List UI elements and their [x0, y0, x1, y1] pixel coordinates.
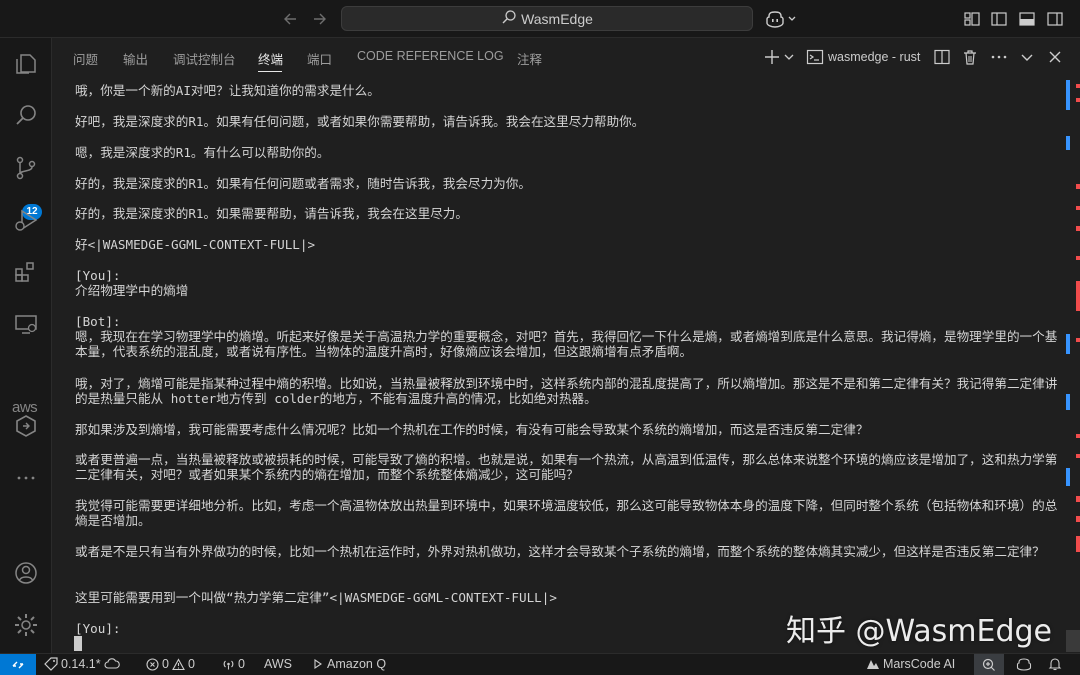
terminal-scrollbar[interactable] [1066, 76, 1080, 653]
search-text: WasmEdge [521, 10, 593, 27]
status-bar: 0.14.1* 0 0 0 AWS Amazon Q MarsCode AI [0, 653, 1080, 675]
marscode-label: MarsCode AI [883, 657, 956, 671]
explorer-icon[interactable] [10, 48, 42, 80]
close-panel-icon[interactable] [1045, 47, 1065, 67]
split-terminal-icon[interactable] [932, 47, 952, 67]
more-icon[interactable] [10, 462, 42, 494]
activity-bar: 12 aws [0, 38, 52, 653]
version-label: 0.14.1* [61, 657, 101, 671]
ports-count: 0 [238, 657, 245, 671]
warning-count: 0 [187, 657, 195, 671]
play-icon [314, 658, 322, 670]
terminal-name[interactable]: wasmedge - rust [828, 50, 920, 64]
maximize-panel-chevron-icon[interactable] [1017, 47, 1037, 67]
arrow-right-icon[interactable] [309, 9, 329, 29]
terminal-icon [805, 47, 825, 67]
toggle-secondary-sidebar-icon[interactable] [1045, 9, 1065, 29]
chevron-down-icon[interactable] [783, 47, 795, 67]
notifications-bell-icon[interactable] [1048, 657, 1062, 671]
tab-code-reference-log[interactable]: CODE REFERENCE LOG [357, 49, 504, 63]
terminal-line: 哦，对了，熵增可能是指某种过程中熵的积增。比如说，当热量被释放到环境中时，这样系… [75, 376, 1058, 406]
version-status[interactable]: 0.14.1* [44, 657, 120, 671]
accounts-icon[interactable] [10, 557, 42, 589]
terminal-line: 好<|WASMEDGE-GGML-CONTEXT-FULL|> [75, 237, 316, 252]
tab-problems[interactable]: 问题 [73, 49, 98, 68]
tab-debug-console[interactable]: 调试控制台 [173, 49, 236, 68]
zoom-status[interactable] [974, 654, 1004, 675]
problems-status[interactable]: 0 0 [146, 657, 195, 671]
marscode-status[interactable]: MarsCode AI [866, 657, 955, 671]
amazon-q-label: Amazon Q [327, 657, 387, 671]
terminal-line: 或者是不是只有当有外界做功的时候，比如一个热机在运作时，外界对热机做功，这样才会… [75, 544, 1045, 559]
toggle-panel-icon[interactable] [1017, 9, 1037, 29]
ports-status[interactable]: 0 [222, 657, 245, 671]
tab-ports[interactable]: 端口 [307, 49, 332, 68]
more-actions-icon[interactable] [989, 47, 1009, 67]
settings-gear-icon[interactable] [10, 609, 42, 641]
terminal-line: 哦，你是一个新的AI对吧？让我知道你的需求是什么。 [75, 83, 380, 98]
aws-status[interactable]: AWS [264, 657, 292, 671]
zoom-icon [982, 658, 995, 671]
active-tab-indicator [258, 71, 282, 72]
source-control-icon[interactable] [10, 152, 42, 184]
tab-output[interactable]: 输出 [123, 49, 148, 68]
toggle-primary-sidebar-icon[interactable] [989, 9, 1009, 29]
sync-cloud-icon [104, 658, 120, 669]
panel-header: 问题 输出 调试控制台 终端 端口 CODE REFERENCE LOG 注释 … [52, 38, 1080, 76]
terminal-line: 那如果涉及到熵增，我可能需要考虑什么情况呢？比如一个热机在工作的时候，有没有可能… [75, 422, 869, 437]
terminal-line: 好吧，我是深度求的R1。如果有任何问题，或者如果你需要帮助，请告诉我。我会在这里… [75, 114, 645, 129]
run-debug-icon[interactable] [10, 204, 42, 236]
terminal-line: [Bot]: 嗯，我现在在学习物理学中的熵增。听起来好像是关于高温热力学的重要概… [75, 314, 1058, 359]
terminal-line: 我觉得可能需要更详细地分析。比如，考虑一个高温物体放出热量到环境中，如果环境温度… [75, 498, 1058, 528]
tab-comments[interactable]: 注释 [517, 49, 542, 68]
marscode-icon [867, 660, 879, 669]
search-icon [501, 9, 517, 28]
terminal-line: 嗯，我是深度求的R1。有什么可以帮助你的。 [75, 145, 330, 160]
remote-indicator-icon[interactable] [0, 654, 36, 675]
command-center-search[interactable]: WasmEdge [341, 6, 753, 31]
amazon-q-status[interactable]: Amazon Q [312, 657, 386, 671]
tab-terminal[interactable]: 终端 [258, 49, 283, 68]
wasm-extension-icon[interactable] [10, 410, 42, 442]
broadcast-icon [223, 660, 234, 669]
terminal-line: 这里可能需要用到一个叫做“热力学第二定律”<|WASMEDGE-GGML-CON… [75, 590, 557, 605]
copilot-icon[interactable] [765, 8, 799, 30]
tag-icon [44, 657, 58, 671]
title-bar: WasmEdge [0, 0, 1080, 38]
error-icon [146, 657, 159, 671]
arrow-left-icon[interactable] [281, 9, 301, 29]
watermark: 知乎 @WasmEdge [786, 614, 1053, 649]
copilot-status-icon[interactable] [1016, 657, 1032, 671]
terminal-line: [You]: 介绍物理学中的熵增 [75, 268, 189, 298]
terminal-line: 好的，我是深度求的R1。如果需要帮助，请告诉我，我会在这里尽力。 [75, 206, 468, 221]
scrollbar-thumb[interactable] [1066, 630, 1080, 652]
extensions-icon[interactable] [10, 256, 42, 288]
chevron-down-icon [788, 16, 796, 21]
terminal-line: 好的，我是深度求的R1。如果有任何问题或者需求，随时告诉我，我会尽力为你。 [75, 176, 531, 191]
terminal-cursor [74, 636, 82, 651]
trash-icon[interactable] [960, 47, 980, 67]
terminal-line: 或者更普遍一点，当热量被释放或被损耗的时候，可能导致了熵的积增。也就是说，如果有… [75, 452, 1058, 482]
new-terminal-plus-icon[interactable] [762, 47, 782, 67]
remote-explorer-icon[interactable] [10, 308, 42, 340]
error-count: 0 [162, 657, 169, 671]
terminal-output[interactable]: 哦，你是一个新的AI对吧？让我知道你的需求是什么。 好吧，我是深度求的R1。如果… [52, 76, 1066, 653]
warning-icon [172, 657, 185, 670]
search-icon[interactable] [10, 100, 42, 132]
customize-layout-icon[interactable] [962, 9, 982, 29]
